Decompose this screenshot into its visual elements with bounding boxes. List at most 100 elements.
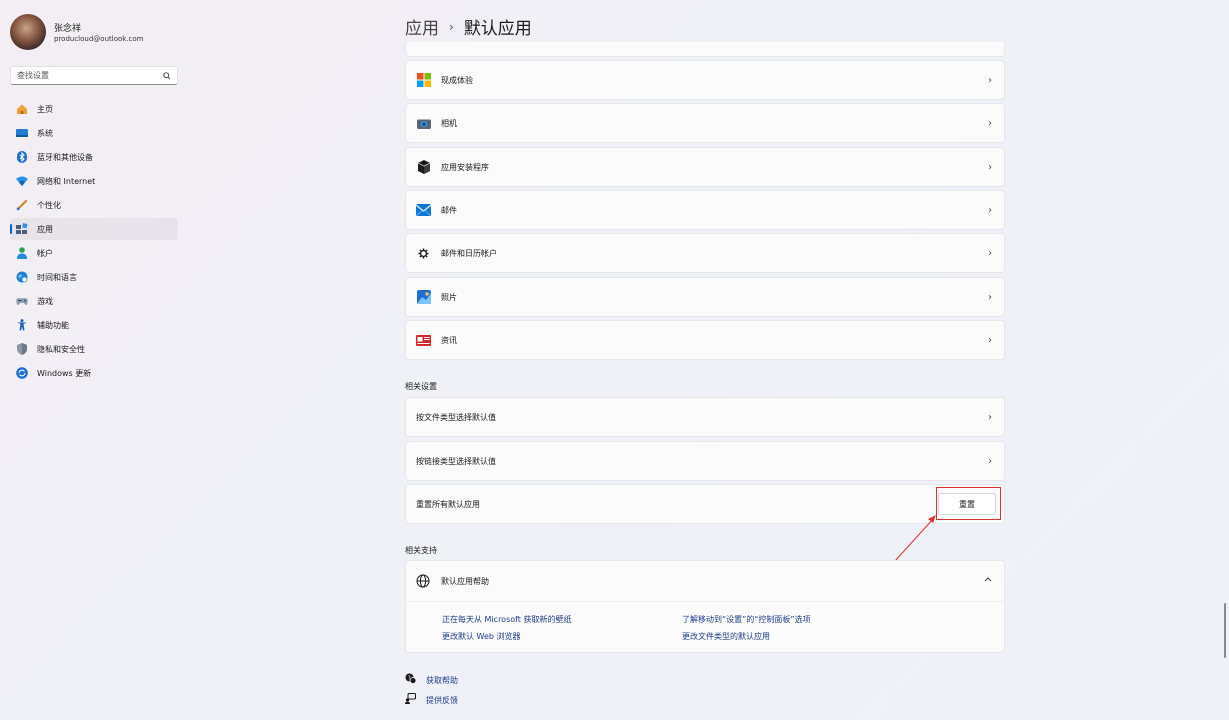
sidebar-item-label: 帐户 [37,248,53,258]
sidebar-item-label: Windows 更新 [37,368,92,378]
feedback-icon [405,693,416,707]
sidebar-item-label: 应用 [37,224,53,234]
camera-icon [416,116,431,131]
related-settings-heading: 相关设置 [405,382,437,391]
setting-label: 重置所有默认应用 [416,499,480,509]
sidebar-item-privacy[interactable]: 隐私和安全性 [10,338,178,360]
system-icon [16,127,28,139]
app-row[interactable]: 应用安装程序 › [405,147,1005,187]
help-link-browser[interactable]: 更改默认 Web 浏览器 [442,631,521,642]
home-icon [16,103,28,115]
app-row-partial[interactable] [405,42,1005,57]
app-row[interactable]: 现成体验 › [405,60,1005,100]
mail-icon [416,203,431,218]
svg-text:?: ? [408,676,411,682]
account-icon [16,247,28,259]
app-name: 邮件和日历帐户 [441,248,497,258]
app-row[interactable]: 邮件和日历帐户 › [405,233,1005,273]
chevron-up-icon[interactable] [984,575,992,585]
sidebar-item-windows-update[interactable]: Windows 更新 [10,362,178,384]
sidebar-item-system[interactable]: 系统 [10,122,178,144]
chevron-right-icon: › [988,161,992,173]
breadcrumb-separator: › [449,19,454,34]
sidebar-item-bluetooth[interactable]: 蓝牙和其他设备 [10,146,178,168]
related-support-heading: 相关支持 [405,546,437,555]
sidebar: 张念祥 producloud@outlook.com 查找设置 主页 系统 蓝牙… [0,0,190,720]
chevron-right-icon: › [988,291,992,303]
app-name: 照片 [441,292,457,302]
feedback-link[interactable]: 提供反馈 [405,693,458,707]
sidebar-item-personalization[interactable]: 个性化 [10,194,178,216]
sidebar-item-accounts[interactable]: 帐户 [10,242,178,264]
sidebar-item-label: 蓝牙和其他设备 [37,152,93,162]
sidebar-item-label: 个性化 [37,200,61,210]
user-profile[interactable]: 张念祥 producloud@outlook.com [10,14,144,50]
highlight-box [936,487,1001,520]
sidebar-item-label: 隐私和安全性 [37,344,85,354]
help-chat-icon: ? [405,673,417,687]
sidebar-nav: 主页 系统 蓝牙和其他设备 网络和 Internet 个性化 应用 帐户 时间和… [10,98,178,386]
app-name: 邮件 [441,205,457,215]
shield-icon [16,343,28,355]
chevron-right-icon: › [988,334,992,346]
chevron-right-icon: › [988,411,992,423]
app-name: 现成体验 [441,75,473,85]
chevron-right-icon: › [988,117,992,129]
sidebar-item-label: 时间和语言 [37,272,77,282]
box-icon [416,160,431,175]
search-input[interactable]: 查找设置 [10,66,178,85]
get-help-link[interactable]: ? 获取帮助 [405,673,458,687]
sidebar-item-gaming[interactable]: 游戏 [10,290,178,312]
setting-label: 按链接类型选择默认值 [416,456,496,466]
apps-icon [16,223,28,235]
brush-icon [16,199,28,211]
setting-label: 按文件类型选择默认值 [416,412,496,422]
sidebar-item-label: 主页 [37,104,53,114]
help-link-control-panel[interactable]: 了解移动到“设置”的“控制面板”选项 [682,614,811,625]
breadcrumb: 应用 › 默认应用 [405,14,532,39]
photos-icon [416,290,431,305]
help-title: 默认应用帮助 [441,576,489,586]
sidebar-item-time-language[interactable]: 时间和语言 [10,266,178,288]
profile-name: 张念祥 [54,24,82,34]
sidebar-item-accessibility[interactable]: 辅助功能 [10,314,178,336]
help-link-file-type[interactable]: 更改文件类型的默认应用 [682,631,770,642]
choose-by-link-type[interactable]: 按链接类型选择默认值 › [405,441,1005,481]
app-name: 资讯 [441,335,457,345]
sidebar-item-network[interactable]: 网络和 Internet [10,170,178,192]
globe-clock-icon [16,271,28,283]
help-link-wallpaper[interactable]: 正在每天从 Microsoft 获取新的壁纸 [442,614,572,625]
gamepad-icon [16,295,28,307]
annotation-arrow-icon [894,515,936,562]
app-row[interactable]: 相机 › [405,103,1005,143]
search-placeholder: 查找设置 [17,71,49,80]
app-row[interactable]: 照片 › [405,277,1005,317]
chevron-right-icon: › [988,204,992,216]
breadcrumb-parent[interactable]: 应用 [405,14,439,39]
app-name: 应用安装程序 [441,162,489,172]
feedback-label: 提供反馈 [426,695,458,705]
sidebar-item-label: 网络和 Internet [37,176,96,186]
sidebar-item-label: 辅助功能 [37,320,69,330]
search-icon [163,71,171,80]
update-icon [16,367,28,379]
help-expander-header[interactable]: 默认应用帮助 [406,561,1004,602]
gear-icon [416,246,431,261]
sidebar-item-label: 游戏 [37,296,53,306]
avatar[interactable] [10,14,46,50]
globe-icon [416,574,430,591]
app-row[interactable]: 邮件 › [405,190,1005,230]
bluetooth-icon [16,151,28,163]
get-help-label: 获取帮助 [426,675,458,685]
windows-logo-icon [416,73,431,88]
app-row[interactable]: 资讯 › [405,320,1005,360]
sidebar-item-home[interactable]: 主页 [10,98,178,120]
chevron-right-icon: › [988,455,992,467]
profile-email: producloud@outlook.com [54,35,144,43]
sidebar-item-apps[interactable]: 应用 [10,218,178,240]
help-expander: 默认应用帮助 正在每天从 Microsoft 获取新的壁纸 了解移动到“设置”的… [405,560,1005,653]
chevron-right-icon: › [988,247,992,259]
scrollbar-thumb[interactable] [1224,603,1226,658]
wifi-icon [16,175,28,187]
choose-by-file-type[interactable]: 按文件类型选择默认值 › [405,397,1005,437]
